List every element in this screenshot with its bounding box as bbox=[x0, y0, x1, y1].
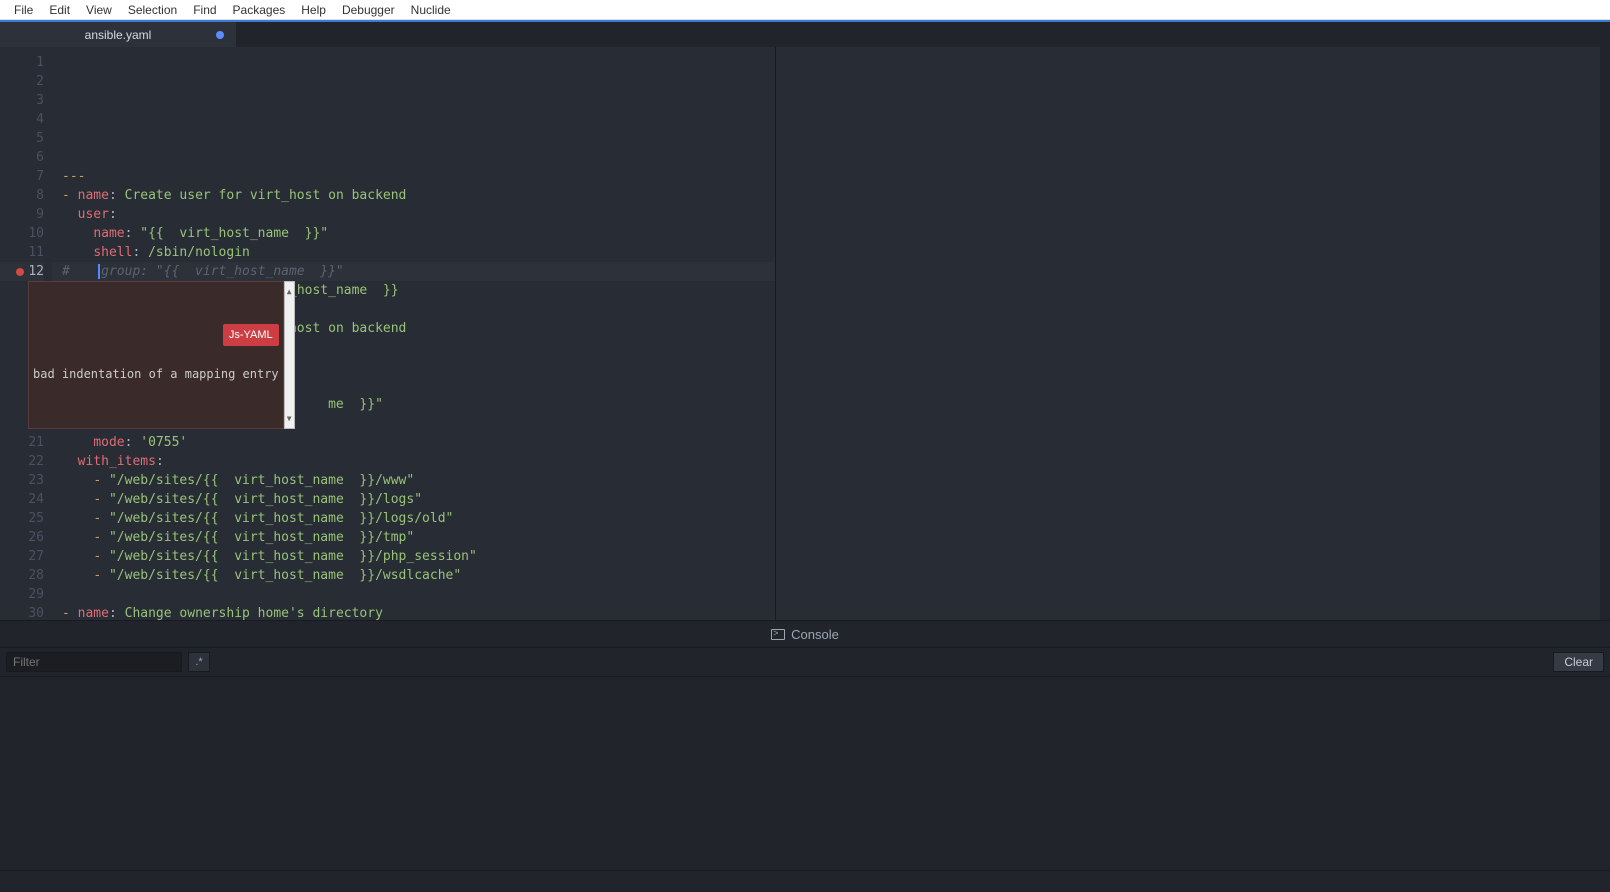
linter-badge: Js-YAML bbox=[223, 324, 279, 346]
code-editor[interactable]: Js-YAML bad indentation of a mapping ent… bbox=[52, 47, 775, 620]
code-line bbox=[62, 585, 775, 604]
menu-find[interactable]: Find bbox=[185, 3, 224, 17]
menu-debugger[interactable]: Debugger bbox=[334, 3, 403, 17]
code-line: - name: Create user for virt_host on bac… bbox=[62, 186, 775, 205]
code-line: - "/web/sites/{{ virt_host_name }}/logs/… bbox=[62, 509, 775, 528]
menu-bar: File Edit View Selection Find Packages H… bbox=[0, 0, 1610, 20]
code-line: shell: /sbin/nologin bbox=[62, 243, 775, 262]
menu-nuclide[interactable]: Nuclide bbox=[403, 3, 459, 17]
code-line: with_items: bbox=[62, 452, 775, 471]
code-line: - "/web/sites/{{ virt_host_name }}/wsdlc… bbox=[62, 566, 775, 585]
code-line: - "/web/sites/{{ virt_host_name }}/php_s… bbox=[62, 547, 775, 566]
editor-area[interactable]: 1234567891011121314151617181920212223242… bbox=[0, 47, 1610, 620]
menu-help[interactable]: Help bbox=[293, 3, 334, 17]
menu-view[interactable]: View bbox=[78, 3, 120, 17]
console-filter-row: .* Clear bbox=[0, 648, 1610, 677]
code-line: - name: Change ownership home's director… bbox=[62, 604, 775, 620]
code-line: - "/web/sites/{{ virt_host_name }}/logs" bbox=[62, 490, 775, 509]
tab-ansible-yaml[interactable]: ansible.yaml bbox=[0, 22, 236, 47]
menu-selection[interactable]: Selection bbox=[120, 3, 185, 17]
console-output[interactable] bbox=[0, 677, 1610, 870]
scroll-down-icon[interactable]: ▼ bbox=[285, 409, 294, 428]
clear-button[interactable]: Clear bbox=[1553, 652, 1604, 672]
scroll-up-icon[interactable]: ▲ bbox=[285, 282, 294, 301]
linter-tooltip: Js-YAML bad indentation of a mapping ent… bbox=[28, 281, 295, 429]
console-tab-label: Console bbox=[791, 627, 839, 642]
status-bar bbox=[0, 870, 1610, 892]
tab-bar: ansible.yaml bbox=[0, 20, 1610, 47]
console-tab[interactable]: Console bbox=[0, 620, 1610, 648]
code-line: - "/web/sites/{{ virt_host_name }}/tmp" bbox=[62, 528, 775, 547]
vertical-scrollbar[interactable] bbox=[1600, 47, 1610, 620]
tab-title: ansible.yaml bbox=[85, 28, 152, 42]
menu-file[interactable]: File bbox=[6, 3, 41, 17]
menu-packages[interactable]: Packages bbox=[225, 3, 294, 17]
code-line: - "/web/sites/{{ virt_host_name }}/www" bbox=[62, 471, 775, 490]
error-marker-icon[interactable] bbox=[16, 268, 24, 276]
modified-indicator-icon bbox=[216, 31, 224, 39]
tooltip-scrollbar[interactable]: ▲ ▼ bbox=[284, 281, 295, 429]
linter-message: bad indentation of a mapping entry bbox=[33, 364, 279, 384]
regex-toggle-button[interactable]: .* bbox=[188, 652, 210, 672]
code-line: user: bbox=[62, 205, 775, 224]
bottom-panel: Console .* Clear bbox=[0, 620, 1610, 870]
console-filter-input[interactable] bbox=[6, 652, 182, 672]
menu-edit[interactable]: Edit bbox=[41, 3, 78, 17]
text-cursor bbox=[98, 264, 100, 279]
code-line: name: "{{ virt_host_name }}" bbox=[62, 224, 775, 243]
console-icon bbox=[771, 629, 785, 640]
empty-pane bbox=[776, 47, 1600, 620]
code-line: mode: '0755' bbox=[62, 433, 775, 452]
code-line: --- bbox=[62, 167, 775, 186]
code-line: # group: "{{ virt_host_name }}" bbox=[62, 262, 775, 281]
